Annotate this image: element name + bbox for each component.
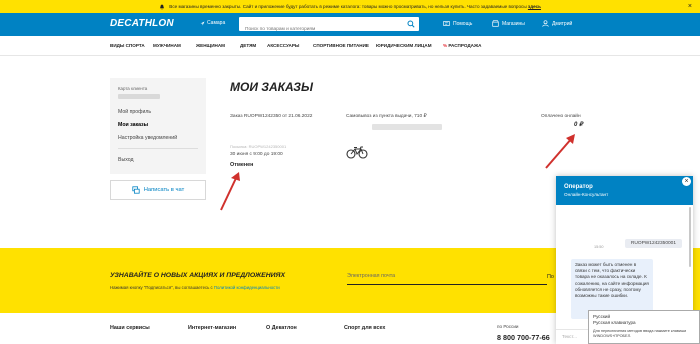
nav-item-sale[interactable]: % РАСПРОДАЖА — [443, 43, 481, 48]
alert-bar: Все магазины временно закрыты. Сайт и пр… — [0, 0, 700, 13]
chat-icon — [132, 186, 140, 194]
bicycle-icon[interactable] — [346, 146, 368, 159]
alert-text: Все магазины временно закрыты. Сайт и пр… — [169, 4, 527, 9]
email-field[interactable]: Электронная почта — [347, 273, 547, 285]
language-hint: Для переключения методов ввода нажмите к… — [593, 329, 687, 338]
nav-item-business[interactable]: ЮРИДИЧЕСКИМ ЛИЦАМ — [376, 43, 432, 48]
help-label: Помощь — [453, 20, 473, 27]
nav-item-kids[interactable]: ДЕТЯМ — [240, 43, 256, 48]
city-label: Самара — [207, 20, 226, 26]
paid-sum: 0 ₽ — [574, 122, 583, 128]
alert-link[interactable]: здесь — [528, 4, 541, 9]
newsletter-title: УЗНАВАЙТЕ О НОВЫХ АКЦИЯХ И ПРЕДЛОЖЕНИЯХ — [110, 272, 285, 279]
user-message: RUOPW1242350001 — [624, 239, 682, 248]
nav-item-sports[interactable]: ВИДЫ СПОРТА — [110, 43, 145, 48]
language-popup: Русский Русская клавиатура Для переключе… — [588, 310, 700, 344]
search-box[interactable] — [239, 17, 419, 37]
client-card-label: Карта клиента — [118, 86, 148, 91]
account-link[interactable]: Дмитрий — [542, 20, 572, 27]
order-number[interactable]: Заказ RUOPW1242350 от 21.06.2022 — [230, 114, 312, 119]
stores-link[interactable]: Магазины — [492, 20, 525, 27]
footer-col-services: Наши сервисы — [110, 325, 150, 331]
phone-number[interactable]: 8 800 700-77-66 — [497, 333, 550, 342]
sidebar-item-notifications[interactable]: Настройка уведомлений — [118, 135, 198, 141]
nav-item-women[interactable]: ЖЕНЩИНАМ — [196, 43, 225, 48]
bell-icon — [159, 4, 165, 10]
order-status: Отменен — [230, 162, 254, 168]
sidebar-panel: Карта клиента Мой профиль Мои заказы Нас… — [110, 78, 206, 174]
chat-scrollbar[interactable] — [689, 207, 691, 267]
newsletter-consent-text: Нажимая кнопку "Подписаться", вы соглаша… — [110, 285, 213, 290]
footer-col-about: О Декатлон — [266, 325, 297, 331]
chat-button-label: Написать в чат — [143, 187, 185, 193]
delivery-date: 30 июня с 9:00 до 19:00 — [230, 152, 283, 157]
sidebar-divider — [118, 148, 198, 149]
store-icon — [492, 20, 499, 27]
phone-label: по России — [497, 324, 519, 329]
sidebar-item-logout[interactable]: Выход — [118, 157, 198, 163]
user-icon — [542, 20, 549, 27]
site-header: DECATHLON Самара Помощь Магазины Дмитрий — [0, 13, 700, 37]
privacy-policy-link[interactable]: Политикой конфиденциальности — [214, 285, 280, 290]
chat-operator-title: Оператор — [564, 184, 593, 190]
sidebar-menu: Мой профиль Мои заказы Настройка уведомл… — [118, 109, 198, 163]
sale-icon: % — [443, 43, 448, 48]
sidebar-item-profile[interactable]: Мой профиль — [118, 109, 198, 115]
category-nav: ВИДЫ СПОРТА МУЖЧИНАМ ЖЕНЩИНАМ ДЕТЯМ АКСЕ… — [0, 36, 700, 56]
city-selector[interactable]: Самара — [200, 20, 225, 26]
nav-item-accessories[interactable]: АКСЕССУАРЫ — [267, 43, 299, 48]
help-icon — [443, 21, 450, 26]
user-name: Дмитрий — [552, 20, 573, 27]
keyboard-layout[interactable]: Русская клавиатура — [593, 320, 695, 326]
write-to-chat-button[interactable]: Написать в чат — [110, 180, 206, 200]
user-message-time: 15:50 — [594, 245, 604, 249]
footer-col-shop: Интернет-магазин — [188, 325, 237, 331]
nav-item-men[interactable]: МУЖЧИНАМ — [153, 43, 181, 48]
nav-item-sale-label: РАСПРОДАЖА — [448, 43, 482, 48]
annotation-arrow-status — [220, 172, 240, 211]
search-icon[interactable] — [407, 20, 415, 28]
newsletter-subtitle: Нажимая кнопку "Подписаться", вы соглаша… — [110, 285, 280, 290]
chat-operator-role: Онлайн-Консультант — [564, 192, 609, 197]
subscribe-button[interactable]: По — [547, 274, 554, 280]
sidebar-item-orders[interactable]: Мои заказы — [118, 122, 198, 128]
footer-col-sport: Спорт для всех — [344, 325, 386, 331]
chat-close-icon[interactable]: × — [682, 177, 691, 186]
tracking-number: Посылка: RUOPW1242350001 — [230, 144, 287, 149]
page-title: МОИ ЗАКАЗЫ — [230, 80, 313, 94]
chat-header: Оператор Онлайн-Консультант — [556, 176, 693, 205]
order-delivery: Самовывоз из пункта выдачи, 710 ₽ — [346, 114, 427, 119]
search-input[interactable] — [239, 22, 399, 37]
client-card-number-blurred — [118, 94, 160, 99]
decathlon-logo[interactable]: DECATHLON — [110, 18, 174, 29]
alert-close-icon[interactable]: × — [688, 0, 692, 13]
stores-label: Магазины — [502, 20, 525, 27]
nav-item-nutrition[interactable]: СПОРТИВНОЕ ПИТАНИЕ — [313, 43, 369, 48]
pickup-address-blurred — [372, 124, 442, 130]
help-link[interactable]: Помощь — [443, 20, 472, 27]
location-icon — [200, 21, 205, 25]
account-sidebar: Карта клиента Мой профиль Мои заказы Нас… — [110, 78, 206, 200]
annotation-arrow-payment — [545, 134, 575, 169]
paid-label: Оплачено онлайн — [541, 114, 581, 119]
